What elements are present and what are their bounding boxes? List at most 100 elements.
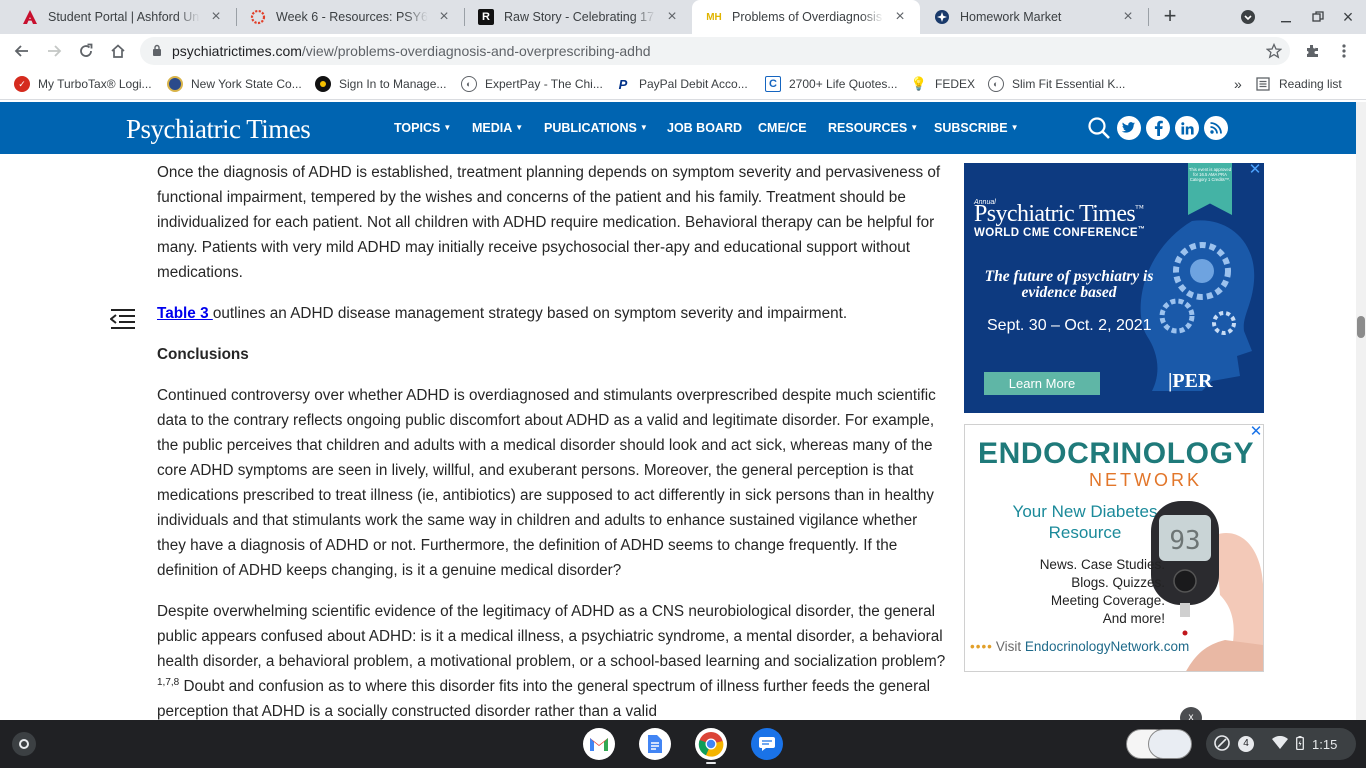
tab-title: Raw Story - Celebrating 17 Years of	[504, 10, 656, 24]
reading-list-icon	[1255, 76, 1271, 92]
google-docs-icon[interactable]	[639, 728, 671, 760]
chrome-app-icon[interactable]	[695, 728, 727, 760]
table-of-contents-icon[interactable]	[109, 308, 136, 332]
paypal-icon: P	[618, 76, 628, 92]
nav-subscribe[interactable]: SUBSCRIBE ▼	[934, 121, 1019, 135]
ad-psychiatric-times-conference[interactable]: This event is approved for 16.5 AMA PRA …	[964, 163, 1264, 413]
tab-week6-resources[interactable]: Week 6 - Resources: PSY630: Foundations …	[236, 0, 464, 34]
bookmark-star-icon[interactable]	[1265, 42, 1283, 62]
minimize-icon[interactable]	[1275, 6, 1297, 28]
mh-logo-icon: MH	[706, 11, 722, 23]
nav-cme-ce[interactable]: CME/CE	[758, 121, 807, 135]
bookmark-slim-fit[interactable]: ◐ Slim Fit Essential K...	[988, 75, 1125, 93]
tab-close-icon[interactable]: ×	[664, 9, 680, 25]
bookmark-nys[interactable]: New York State Co...	[167, 75, 302, 93]
wifi-icon	[1272, 735, 1288, 753]
reading-list-button[interactable]: Reading list	[1255, 75, 1342, 93]
url-path: /view/problems-overdiagnosis-and-overpre…	[301, 43, 651, 59]
restore-icon[interactable]	[1307, 6, 1329, 28]
tab-title: Homework Market	[960, 10, 1062, 24]
url-host: psychiatrictimes.com	[172, 43, 302, 59]
close-window-icon[interactable]: ×	[1337, 6, 1359, 28]
tab-separator	[1148, 8, 1149, 26]
tab-title: Problems of Overdiagnosis and Overprescr…	[732, 10, 884, 24]
reload-button[interactable]	[74, 39, 98, 63]
forward-button[interactable]	[42, 39, 66, 63]
article-body: Once the diagnosis of ADHD is establishe…	[157, 160, 949, 740]
homework-market-icon	[934, 9, 950, 25]
nav-job-board[interactable]: JOB BOARD	[667, 121, 742, 135]
back-button[interactable]	[10, 39, 34, 63]
nav-resources[interactable]: RESOURCES ▼	[828, 121, 918, 135]
caret-down-icon: ▼	[910, 123, 919, 132]
ad-feature-list: News. Case Studies. Blogs. Quizzes. Meet…	[1039, 557, 1165, 626]
ad-subtitle: NETWORK	[1089, 470, 1202, 490]
learn-more-button[interactable]: Learn More	[984, 372, 1100, 395]
nav-topics[interactable]: TOPICS ▼	[394, 121, 451, 135]
paragraph-treatment-planning: Once the diagnosis of ADHD is establishe…	[157, 164, 941, 281]
facebook-icon[interactable]	[1146, 116, 1170, 140]
ad-close-icon[interactable]: ✕	[1249, 425, 1263, 439]
bookmark-fedex[interactable]: 💡 FEDEX	[911, 75, 975, 93]
bookmark-expertpay[interactable]: ◐ ExpertPay - The Chi...	[461, 75, 603, 93]
bookmark-paypal[interactable]: P PayPal Debit Acco...	[615, 75, 748, 93]
search-icon[interactable]	[1087, 116, 1111, 140]
twitter-icon[interactable]	[1117, 116, 1141, 140]
site-logo[interactable]: Psychiatric Times	[126, 114, 311, 145]
canvas-logo-icon	[250, 9, 266, 25]
caret-down-icon: ▼	[639, 123, 648, 132]
tab-homework-market[interactable]: Homework Market ×	[920, 0, 1148, 34]
nav-publications[interactable]: PUBLICATIONS ▼	[544, 121, 648, 135]
bookmark-life-quotes[interactable]: C 2700+ Life Quotes...	[765, 75, 897, 93]
paragraph-table-reference: Table 3 outlines an ADHD disease managem…	[157, 305, 848, 322]
new-tab-button[interactable]: +	[1158, 5, 1182, 29]
holding-space-previews[interactable]	[1126, 727, 1192, 761]
menu-kebab-icon[interactable]	[1332, 39, 1356, 63]
lightbulb-icon: 💡	[910, 76, 928, 91]
gmail-app-icon[interactable]	[583, 728, 615, 760]
ad-visit-link[interactable]: •••• Visit EndocrinologyNetwork.com	[970, 639, 1189, 654]
ad-brand-name: Psychiatric Times™	[974, 201, 1144, 227]
status-tray[interactable]: 4 1:15	[1206, 728, 1356, 760]
nys-seal-icon	[167, 76, 183, 92]
caret-down-icon: ▼	[443, 123, 452, 132]
tab-student-portal[interactable]: Student Portal | Ashford University ×	[8, 0, 236, 34]
tab-title: Student Portal | Ashford University	[48, 10, 200, 24]
tab-close-icon[interactable]: ×	[208, 9, 224, 25]
linkedin-icon[interactable]	[1175, 116, 1199, 140]
lock-icon[interactable]	[152, 43, 162, 59]
messages-app-icon[interactable]	[751, 728, 783, 760]
address-bar[interactable]: psychiatrictimes.com/view/problems-overd…	[140, 37, 1290, 65]
launcher-button[interactable]	[12, 732, 36, 756]
ad-tagline: The future of psychiatry is evidence bas…	[984, 268, 1154, 301]
globe-icon: ◐	[461, 76, 477, 92]
tab-close-icon[interactable]: ×	[1120, 9, 1136, 25]
rss-icon[interactable]	[1204, 116, 1228, 140]
bookmarks-bar: ✓ My TurboTax® Logi... New York State Co…	[0, 68, 1366, 100]
ad-close-icon[interactable]: ✕	[1248, 163, 1262, 177]
citation-superscript[interactable]: 1,7,8	[157, 677, 179, 688]
site-header: Psychiatric Times TOPICS ▼ MEDIA ▼ PUBLICA…	[0, 102, 1356, 154]
tab-close-icon[interactable]: ×	[436, 9, 452, 25]
notification-count-badge: 4	[1238, 736, 1254, 752]
bookmarks-overflow-button[interactable]: »	[1234, 75, 1242, 93]
table-3-link[interactable]: Table 3	[157, 305, 213, 322]
tab-search-icon[interactable]	[1237, 6, 1259, 28]
extensions-icon[interactable]	[1300, 39, 1324, 63]
tab-close-icon[interactable]: ×	[892, 9, 908, 25]
home-button[interactable]	[106, 39, 130, 63]
paragraph-controversy: Continued controversy over whether ADHD …	[157, 387, 936, 579]
meter-reading: 93	[1169, 526, 1200, 556]
launcher-circle-icon	[19, 739, 29, 749]
quotes-c-icon: C	[765, 76, 781, 92]
tab-title: Week 6 - Resources: PSY630: Foundations	[276, 10, 428, 24]
tab-problems-overdiagnosis[interactable]: MH Problems of Overdiagnosis and Overpre…	[692, 0, 920, 34]
page-scrollbar[interactable]	[1356, 102, 1366, 720]
bookmark-turbotax[interactable]: ✓ My TurboTax® Logi...	[14, 75, 152, 93]
bookmark-sign-in[interactable]: Sign In to Manage...	[315, 75, 446, 93]
tab-raw-story[interactable]: R Raw Story - Celebrating 17 Years of ×	[464, 0, 692, 34]
ad-endocrinology-network[interactable]: ENDOCRINOLOGY NETWORK Your New Diabetes …	[964, 424, 1264, 672]
active-app-indicator	[706, 762, 716, 764]
nav-media[interactable]: MEDIA ▼	[472, 121, 523, 135]
scrollbar-thumb[interactable]	[1357, 316, 1365, 338]
